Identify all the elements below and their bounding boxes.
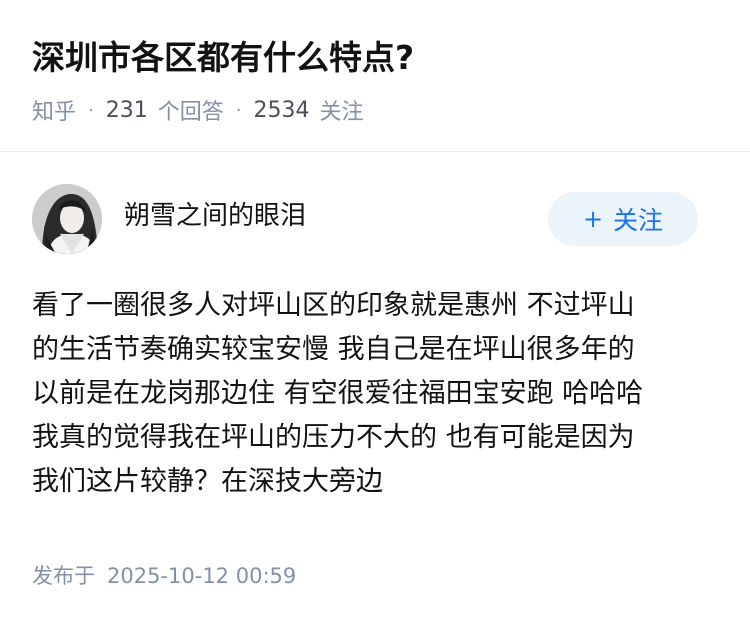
answer-page: 深圳市各区都有什么特点? 知乎 · 231 个回答 · 2534 关注 朔雪之间… bbox=[0, 0, 750, 626]
published-timestamp[interactable]: 2025-10-12 00:59 bbox=[107, 564, 296, 588]
avatar-portrait-icon bbox=[32, 184, 102, 254]
follow-button[interactable]: + 关注 bbox=[548, 192, 698, 246]
answer-line: 我真的觉得我在坪山的压力不大的 也有可能是因为 bbox=[32, 422, 635, 453]
answer-count: 231 bbox=[105, 97, 148, 123]
follower-count: 2534 bbox=[253, 97, 310, 123]
answer-line: 我们这片较静？在深技大旁边 bbox=[32, 466, 383, 497]
question-meta: 知乎 · 231 个回答 · 2534 关注 bbox=[32, 92, 364, 128]
published-label: 发布于 bbox=[32, 564, 95, 588]
author-name[interactable]: 朔雪之间的眼泪 bbox=[124, 198, 306, 234]
answer-content[interactable]: 看了一圈很多人对坪山区的印象就是惠州 不过坪山 的生活节奏确实较宝安慢 我自己是… bbox=[32, 284, 722, 504]
question-title[interactable]: 深圳市各区都有什么特点? bbox=[32, 34, 414, 82]
avatar[interactable] bbox=[32, 184, 102, 254]
plus-icon: + bbox=[582, 205, 604, 233]
answer-line: 看了一圈很多人对坪山区的印象就是惠州 不过坪山 bbox=[32, 290, 635, 321]
source-label[interactable]: 知乎 bbox=[32, 94, 76, 126]
follow-button-label: 关注 bbox=[613, 206, 664, 235]
author-row: 朔雪之间的眼泪 + 关注 bbox=[32, 184, 698, 254]
answer-line: 的生活节奏确实较宝安慢 我自己是在坪山很多年的 bbox=[32, 334, 635, 365]
meta-separator: · bbox=[88, 99, 94, 121]
meta-separator: · bbox=[235, 99, 242, 121]
answer-count-label[interactable]: 个回答 bbox=[158, 94, 224, 126]
question-header: 深圳市各区都有什么特点? 知乎 · 231 个回答 · 2534 关注 bbox=[0, 0, 750, 152]
answer-line: 以前是在龙岗那边住 有空很爱往福田宝安跑 哈哈哈 bbox=[32, 378, 644, 409]
publish-time: 发布于 2025-10-12 00:59 bbox=[32, 560, 296, 592]
follower-count-label[interactable]: 关注 bbox=[320, 94, 364, 126]
